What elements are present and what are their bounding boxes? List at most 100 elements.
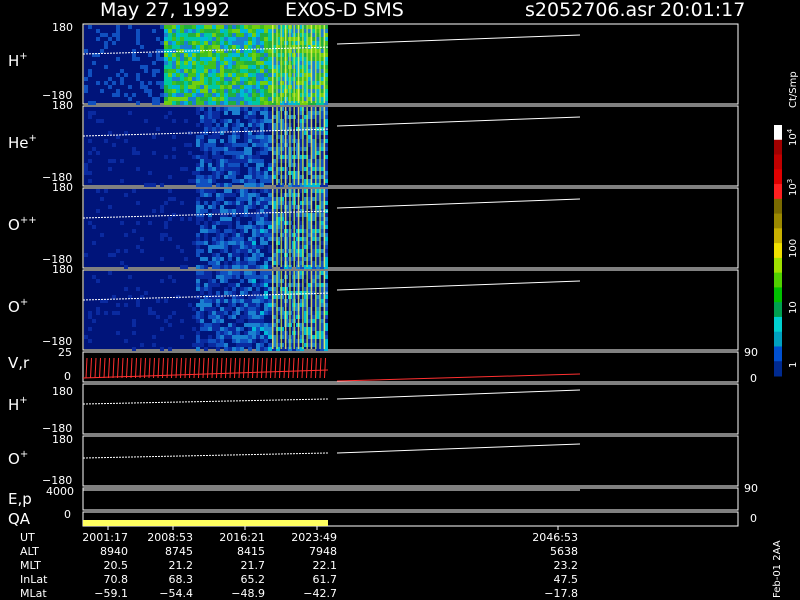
spectrogram-cell [212, 311, 216, 315]
spectrogram-cell [196, 45, 200, 49]
spectrogram-cell [208, 189, 212, 193]
spectrogram-cell [252, 45, 256, 49]
colorbar-segment [774, 125, 782, 141]
spectrogram-cell [236, 159, 240, 163]
line-panel-trace [336, 389, 581, 400]
spectrogram-cell [132, 189, 136, 193]
spectrogram-cell [240, 201, 244, 205]
spectrogram-cell [196, 331, 200, 335]
spectrogram-cell [244, 265, 248, 269]
spectrogram-cell [196, 241, 200, 245]
spectrogram-cell [268, 69, 272, 73]
spectrogram-cell [256, 299, 260, 303]
spectrogram-cell [212, 253, 216, 257]
spectrogram-cell [256, 225, 260, 229]
spectrogram-stripe [315, 189, 317, 267]
spectrogram-cell [180, 89, 184, 93]
spectrogram-cell [160, 49, 164, 53]
spectrogram-cell [256, 119, 260, 123]
spectrogram-cell [240, 89, 244, 93]
spectrogram-cell [244, 163, 248, 167]
spectrogram-cell [256, 81, 260, 85]
spectrogram-cell [236, 241, 240, 245]
spectrogram-cell [260, 315, 264, 319]
footer-cell: 21.2 [169, 559, 194, 572]
spectrogram-cell [180, 265, 184, 269]
spectrogram-stripe [289, 189, 291, 267]
spectrogram-stripe [315, 107, 317, 185]
spectrogram-cell [212, 143, 216, 147]
spectrogram-cell [204, 61, 208, 65]
spectrogram-cell [152, 343, 156, 347]
spectrogram-cell [216, 261, 220, 265]
spectrogram-cell [244, 115, 248, 119]
spectrogram-cell [216, 303, 220, 307]
spectrogram-cell [248, 193, 252, 197]
spectrogram-cell [204, 127, 208, 131]
spectrogram-cell [232, 97, 236, 101]
spectrogram-cell [196, 283, 200, 287]
spectrogram-cell [208, 311, 212, 315]
footer-cell: 65.2 [241, 573, 266, 586]
spectrogram-cell [216, 237, 220, 241]
spectrogram-cell [108, 159, 112, 163]
spectrogram-cell [268, 221, 272, 225]
ytick-vr-max: 25 [58, 346, 72, 359]
spectrogram-cell [232, 93, 236, 97]
spectrogram-stripe [323, 189, 326, 267]
spectrogram-stripe [272, 25, 274, 103]
spectrogram-cell [204, 193, 208, 197]
spectrogram-cell [216, 45, 220, 49]
vr-spike [297, 357, 299, 379]
spectrogram-cell [200, 77, 204, 81]
spectrogram-cell [88, 69, 92, 73]
spectrogram-cell [232, 331, 236, 335]
spectrogram-cell [256, 253, 260, 257]
spectrogram-cell [84, 163, 88, 167]
spectrogram-cell [248, 319, 252, 323]
spectrogram-cell [92, 101, 96, 105]
spectrogram-stripe [293, 189, 295, 267]
spectrogram-cell [224, 25, 228, 29]
spectrogram-cell [260, 151, 264, 155]
colorbar-unit: Ct/Smp [788, 71, 799, 108]
spectrogram-cell [208, 85, 212, 89]
spectrogram-cell [244, 275, 248, 279]
spectrogram-cell [192, 25, 196, 29]
spectrogram-cell [172, 53, 176, 57]
spectrogram-stripe [297, 25, 300, 103]
spectrogram-cell [264, 49, 268, 53]
spectrogram-cell [260, 205, 264, 209]
spectrogram-cell [204, 93, 208, 97]
spectrogram-cell [236, 347, 240, 351]
pitch-angle-trace [336, 116, 581, 127]
spectrogram-cell [212, 45, 216, 49]
spectrogram-cell [264, 311, 268, 315]
spectrogram-cell [248, 249, 252, 253]
spectrogram-cell [264, 213, 268, 217]
spectrogram-cell [260, 319, 264, 323]
spectrogram-cell [232, 209, 236, 213]
spectrogram-cell [220, 69, 224, 73]
spectrogram-cell [224, 189, 228, 193]
spectrogram-stripe [280, 107, 283, 185]
vr-spike [126, 357, 128, 379]
spectrogram-cell [236, 275, 240, 279]
spectrogram-cell [92, 111, 96, 115]
spectrogram-cell [252, 61, 256, 65]
spectrogram-cell [260, 175, 264, 179]
spectrogram-cell [268, 123, 272, 127]
spectrogram-cell [216, 319, 220, 323]
spectrogram-cell [92, 275, 96, 279]
spectrogram-cell [216, 327, 220, 331]
spectrogram-cell [188, 29, 192, 33]
spectrogram-cell [208, 93, 212, 97]
spectrogram-cell [228, 69, 232, 73]
spectrogram-cell [208, 183, 212, 187]
spectrogram-cell [252, 291, 256, 295]
spectrogram-cell [268, 331, 272, 335]
spectrogram-cell [244, 111, 248, 115]
ytick-qa-min: 0 [64, 508, 71, 521]
spectrogram-cell [212, 101, 216, 105]
vr-spike [198, 357, 200, 379]
